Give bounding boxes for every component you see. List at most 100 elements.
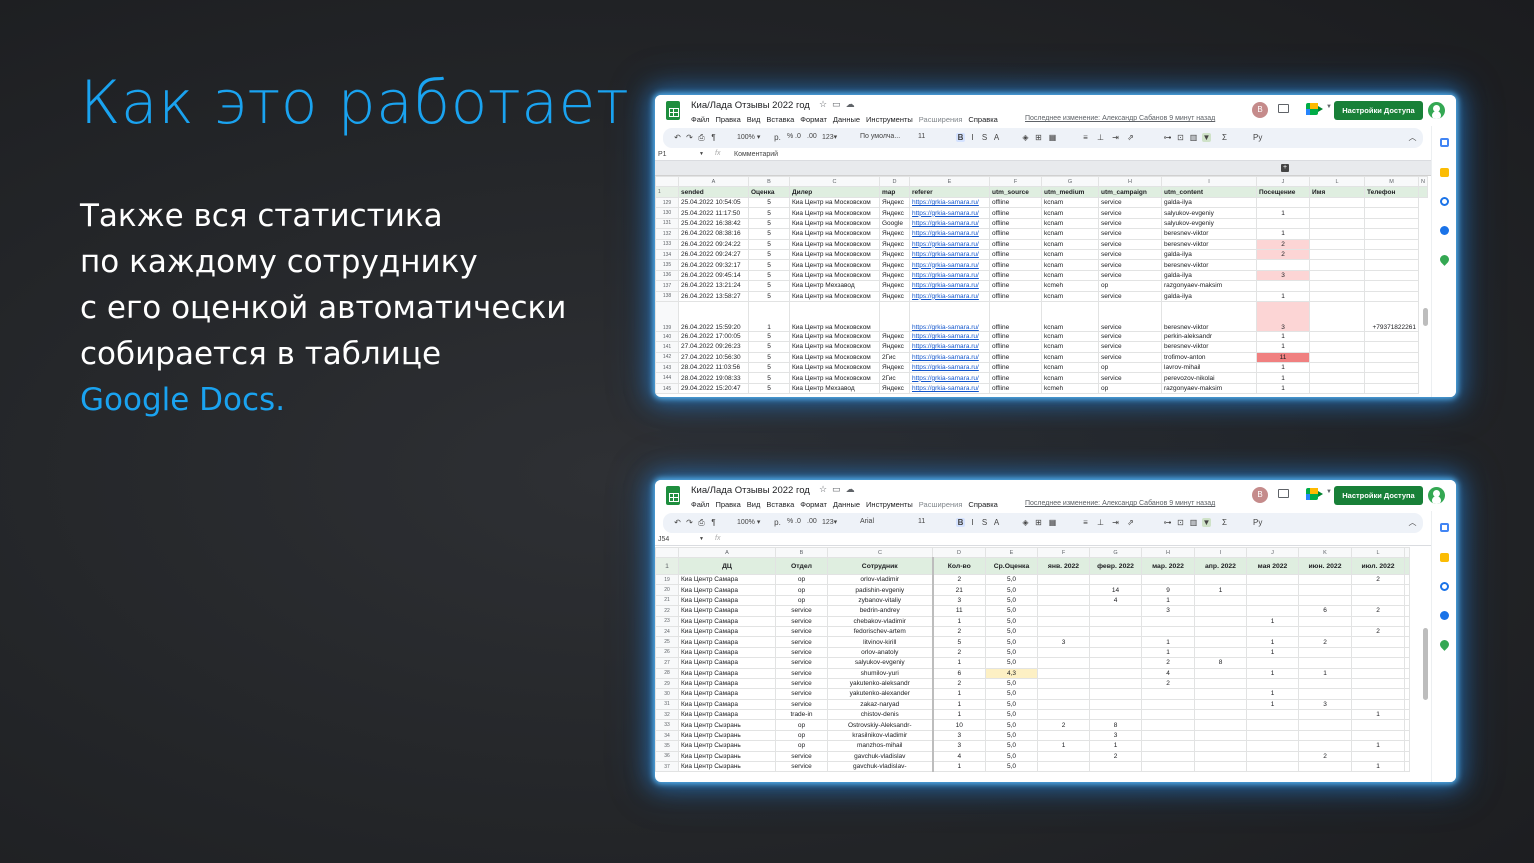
header-cell[interactable]: мар. 2022: [1141, 557, 1195, 575]
map-cell[interactable]: Яндекс: [879, 362, 910, 374]
column-header[interactable]: A: [678, 176, 749, 187]
rotate-icon[interactable]: ⇗: [1126, 133, 1135, 142]
row-number[interactable]: 142: [655, 351, 679, 364]
undo-icon[interactable]: ↶: [673, 133, 682, 142]
month-count-cell[interactable]: [1194, 573, 1247, 586]
name-cell[interactable]: [1309, 341, 1365, 353]
dealer-center-cell[interactable]: Киа Центр Самара: [678, 605, 776, 617]
empty-cell[interactable]: [1404, 657, 1410, 669]
employee-cell[interactable]: bedrin-andrey: [827, 605, 934, 617]
month-count-cell[interactable]: [1246, 750, 1299, 763]
avg-score-cell[interactable]: 5,0: [985, 625, 1038, 638]
dealer-cell[interactable]: Киа Центр на Московском: [789, 196, 880, 209]
header-cell[interactable]: Телефон: [1364, 186, 1419, 198]
dealer-cell[interactable]: Киа Центр на Московском: [789, 248, 880, 261]
month-count-cell[interactable]: 2: [1298, 636, 1352, 648]
utm-source-cell[interactable]: offline: [989, 290, 1042, 302]
comment-icon[interactable]: ⊡: [1176, 518, 1185, 527]
align-icon[interactable]: ≡: [1081, 133, 1090, 142]
name-cell[interactable]: [1309, 248, 1365, 261]
cloud-status-icon[interactable]: ☁: [846, 484, 860, 494]
month-count-cell[interactable]: [1194, 688, 1247, 700]
utm-content-cell[interactable]: lavrov-mihail: [1161, 362, 1257, 374]
sended-cell[interactable]: 28.04.2022 19:08:33: [678, 372, 749, 384]
month-count-cell[interactable]: [1141, 761, 1195, 773]
month-count-cell[interactable]: [1246, 740, 1299, 752]
empty-cell[interactable]: [1404, 709, 1410, 721]
month-count-cell[interactable]: [1194, 740, 1247, 752]
map-cell[interactable]: 2Гис: [879, 372, 910, 384]
dealer-cell[interactable]: Киа Центр на Московском: [789, 269, 880, 282]
utm-source-cell[interactable]: offline: [989, 300, 1042, 332]
header-cell[interactable]: мая 2022: [1246, 557, 1299, 575]
utm-source-cell[interactable]: offline: [989, 196, 1042, 209]
valign-icon[interactable]: ⊥: [1096, 133, 1105, 142]
month-count-cell[interactable]: [1246, 605, 1299, 617]
dealer-center-cell[interactable]: Киа Центр Самара: [678, 709, 776, 721]
tasks-icon[interactable]: [1440, 197, 1449, 206]
utm-medium-cell[interactable]: kcnam: [1041, 196, 1099, 209]
department-cell[interactable]: service: [775, 667, 828, 679]
avg-score-cell[interactable]: 4,3: [985, 667, 1038, 679]
menu-item[interactable]: Вид: [747, 115, 761, 124]
dealer-cell[interactable]: Киа Центр на Московском: [789, 207, 880, 219]
referer-link[interactable]: https://grkia-samara.ru/: [909, 259, 990, 271]
meet-icon[interactable]: [1306, 103, 1324, 115]
month-count-cell[interactable]: 9: [1141, 584, 1195, 596]
keep-icon[interactable]: [1440, 168, 1449, 177]
paint-format-icon[interactable]: ¶: [709, 133, 718, 142]
month-count-cell[interactable]: [1246, 761, 1299, 773]
avg-score-cell[interactable]: 5,0: [985, 688, 1038, 700]
empty-cell[interactable]: [1404, 698, 1410, 711]
employee-cell[interactable]: orlov-anatoly: [827, 646, 934, 659]
utm-content-cell[interactable]: perkin-aleksandr: [1161, 330, 1257, 343]
month-count-cell[interactable]: [1037, 615, 1090, 627]
avg-score-cell[interactable]: 5,0: [985, 594, 1038, 607]
row-number[interactable]: 140: [655, 330, 679, 343]
header-cell[interactable]: utm_content: [1161, 186, 1257, 198]
sended-cell[interactable]: 27.04.2022 09:26:23: [678, 341, 749, 353]
chevron-down-icon[interactable]: ▼: [699, 151, 704, 157]
score-cell[interactable]: 5: [748, 196, 790, 209]
month-count-cell[interactable]: [1141, 719, 1195, 731]
utm-campaign-cell[interactable]: service: [1098, 228, 1162, 240]
visit-cell[interactable]: 2: [1256, 248, 1310, 261]
month-count-cell[interactable]: [1089, 636, 1142, 648]
count-cell[interactable]: 5: [932, 636, 986, 648]
input-tools-icon[interactable]: Ру: [1253, 133, 1262, 142]
month-count-cell[interactable]: [1141, 698, 1195, 711]
month-count-cell[interactable]: [1246, 729, 1299, 742]
dealer-cell[interactable]: Киа Центр Мехзавод: [789, 280, 880, 292]
row-number[interactable]: 19: [655, 573, 679, 586]
month-count-cell[interactable]: 1: [1141, 646, 1195, 659]
header-cell[interactable]: Отдел: [775, 557, 828, 575]
menu-item[interactable]: Данные: [833, 500, 860, 509]
valign-icon[interactable]: ⊥: [1096, 518, 1105, 527]
visit-cell[interactable]: 1: [1256, 290, 1310, 302]
user-account-icon[interactable]: [1428, 102, 1445, 119]
month-count-cell[interactable]: [1246, 657, 1299, 669]
strikethrough-icon[interactable]: S: [980, 518, 989, 527]
count-cell[interactable]: 2: [932, 646, 986, 659]
month-count-cell[interactable]: 2: [1141, 677, 1195, 690]
month-count-cell[interactable]: 2: [1141, 657, 1195, 669]
menu-item[interactable]: Правка: [715, 115, 740, 124]
score-cell[interactable]: 5: [748, 330, 790, 343]
count-cell[interactable]: 1: [932, 698, 986, 711]
chevron-down-icon[interactable]: ▼: [699, 536, 704, 542]
utm-medium-cell[interactable]: kcnam: [1041, 207, 1099, 219]
score-cell[interactable]: 5: [748, 341, 790, 353]
map-cell[interactable]: Яндекс: [879, 341, 910, 353]
empty-cell[interactable]: [1404, 625, 1410, 638]
dealer-center-cell[interactable]: Киа Центр Самара: [678, 657, 776, 669]
menu-item[interactable]: Расширения: [919, 115, 963, 124]
month-count-cell[interactable]: 1: [1089, 740, 1142, 752]
decimal-increase-icon[interactable]: .00: [807, 518, 817, 525]
month-count-cell[interactable]: [1351, 719, 1405, 731]
avg-score-cell[interactable]: 5,0: [985, 740, 1038, 752]
dealer-center-cell[interactable]: Киа Центр Самара: [678, 573, 776, 586]
month-count-cell[interactable]: [1141, 573, 1195, 586]
department-cell[interactable]: trade-in: [775, 709, 828, 721]
column-header[interactable]: [1404, 547, 1410, 558]
month-count-cell[interactable]: [1351, 750, 1405, 763]
